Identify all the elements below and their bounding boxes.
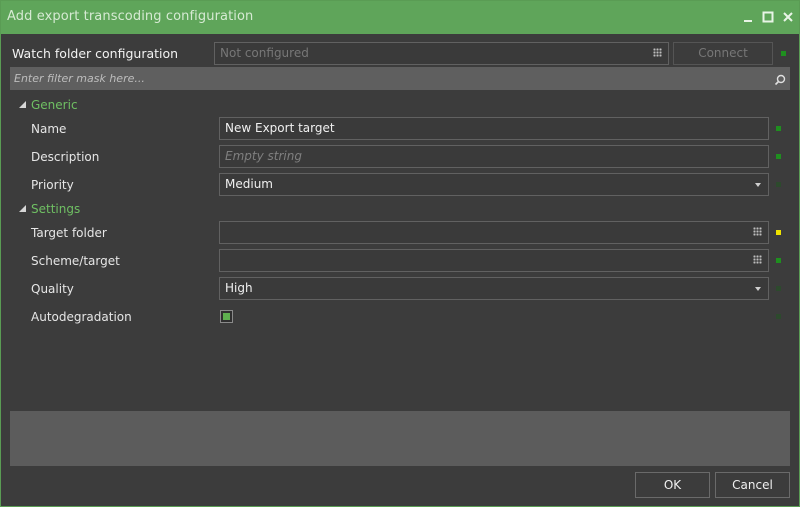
browse-grid-icon[interactable] [753,255,762,264]
target-folder-status-indicator [776,230,781,235]
quality-status-indicator [776,286,781,291]
priority-status-indicator [776,182,781,187]
collapse-generic-icon[interactable] [19,101,26,108]
priority-select[interactable]: Medium [219,173,769,196]
checkmark-icon [223,313,230,320]
maximize-icon[interactable] [761,10,775,24]
description-status-indicator [776,154,781,159]
minimize-icon[interactable] [741,10,755,24]
autodegradation-label: Autodegradation [31,310,132,324]
quality-label: Quality [31,282,74,296]
collapse-settings-icon[interactable] [19,205,26,212]
cancel-button[interactable]: Cancel [715,472,790,498]
title-bar[interactable]: Add export transcoding configuration [1,1,799,34]
close-icon[interactable] [781,10,795,24]
connect-button[interactable]: Connect [673,42,773,65]
autodegradation-status-indicator [776,314,781,319]
priority-label: Priority [31,178,74,192]
quality-select[interactable]: High [219,277,769,300]
window-title: Add export transcoding configuration [7,9,254,24]
watch-folder-status-indicator [781,51,786,56]
filter-input[interactable]: Enter filter mask here... [14,72,145,85]
target-folder-input[interactable] [219,221,769,244]
chevron-down-icon[interactable] [755,287,761,291]
browse-grid-icon[interactable] [653,48,662,57]
name-label: Name [31,122,67,136]
search-icon[interactable] [774,71,786,90]
section-settings[interactable]: Settings [31,202,80,216]
scheme-target-status-indicator [776,258,781,263]
description-panel [10,411,790,466]
description-label: Description [31,150,100,164]
name-input[interactable]: New Export target [219,117,769,140]
description-input[interactable]: Empty string [219,145,769,168]
watch-folder-field[interactable]: Not configured [214,42,669,65]
autodegradation-checkbox[interactable] [220,310,233,323]
filter-bar[interactable]: Enter filter mask here... [10,67,790,90]
scheme-target-input[interactable] [219,249,769,272]
target-folder-label: Target folder [31,226,107,240]
section-generic[interactable]: Generic [31,98,78,112]
ok-button[interactable]: OK [635,472,710,498]
quality-value: High [225,281,253,295]
priority-value: Medium [225,177,273,191]
name-status-indicator [776,126,781,131]
watch-folder-label: Watch folder configuration [12,46,179,61]
browse-grid-icon[interactable] [753,227,762,236]
dialog-window: Add export transcoding configuration Wat… [0,0,800,507]
chevron-down-icon[interactable] [755,183,761,187]
scheme-target-label: Scheme/target [31,254,120,268]
watch-folder-value: Not configured [220,46,309,60]
